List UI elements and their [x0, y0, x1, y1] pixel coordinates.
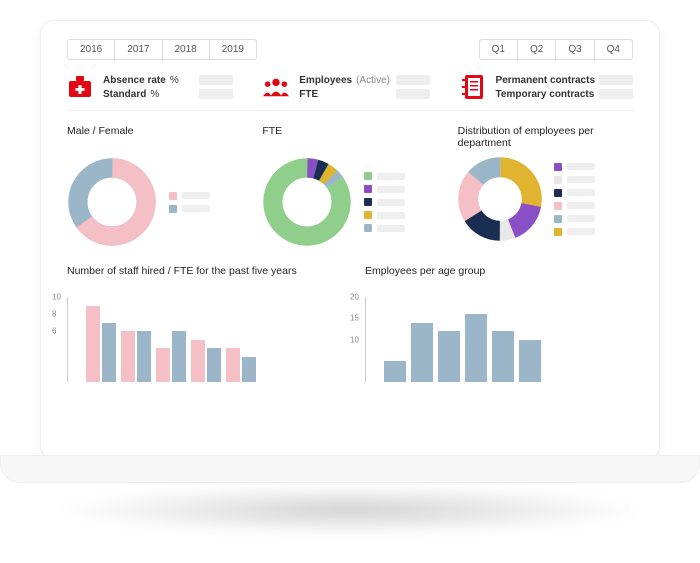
swatch-icon — [554, 202, 562, 210]
chart-title: Distribution of employees per department — [458, 125, 633, 149]
legend-item — [554, 176, 595, 184]
legend-placeholder — [567, 163, 595, 170]
tab-quarter[interactable]: Q4 — [595, 39, 633, 60]
chart-title: Employees per age group — [365, 265, 633, 289]
swatch-icon — [554, 215, 562, 223]
value-placeholder — [599, 75, 633, 85]
legend-placeholder — [377, 173, 405, 180]
bar-chart: 101520 — [365, 297, 633, 382]
chart-title: Number of staff hired / FTE for the past… — [67, 265, 335, 289]
legend-item — [364, 198, 405, 206]
chart-male-female: Male / Female — [67, 125, 242, 247]
legend-item — [169, 192, 210, 200]
legend-placeholder — [567, 228, 595, 235]
value-placeholder — [396, 89, 430, 99]
legend-item — [554, 228, 595, 236]
year-tabs: 2016 2017 2018 2019 — [67, 39, 257, 60]
legend — [554, 163, 595, 236]
tab-quarter[interactable]: Q1 — [479, 39, 518, 60]
legend-placeholder — [567, 176, 595, 183]
legend-item — [364, 172, 405, 180]
tab-year[interactable]: 2016 — [67, 39, 115, 60]
value-placeholder — [199, 75, 233, 85]
tab-quarter[interactable]: Q3 — [556, 39, 594, 60]
legend-placeholder — [567, 189, 595, 196]
kpi-unit: % — [170, 75, 179, 86]
donut-chart — [67, 157, 157, 247]
notebook-icon — [460, 74, 486, 100]
value-placeholder — [599, 89, 633, 99]
legend-item — [554, 215, 595, 223]
donut-row: Male / Female FTE — [67, 125, 633, 247]
kpi-label: Standard — [103, 89, 146, 100]
chart-title: FTE — [262, 125, 437, 149]
legend-item — [364, 224, 405, 232]
legend-item — [554, 163, 595, 171]
legend-item — [169, 205, 210, 213]
chart-fte: FTE — [262, 125, 437, 247]
swatch-icon — [554, 176, 562, 184]
kpi-employees: Employees (Active) FTE — [263, 74, 429, 100]
legend-placeholder — [567, 215, 595, 222]
value-placeholder — [199, 89, 233, 99]
donut-chart — [458, 157, 542, 241]
bar-chart: 6810 — [67, 297, 335, 382]
swatch-icon — [169, 205, 177, 213]
swatch-icon — [364, 211, 372, 219]
kpi-contracts: Permanent contracts Temporary contracts — [460, 74, 633, 100]
swatch-icon — [554, 228, 562, 236]
kpi-unit: % — [150, 89, 159, 100]
kpi-row: Absence rate% Standard% Employees (Active… — [67, 74, 633, 111]
value-placeholder — [396, 75, 430, 85]
swatch-icon — [364, 172, 372, 180]
chart-age: Employees per age group 101520 — [365, 265, 633, 382]
legend-placeholder — [377, 225, 405, 232]
laptop-base — [0, 455, 700, 483]
swatch-icon — [554, 189, 562, 197]
legend-placeholder — [182, 192, 210, 199]
kpi-label: Temporary contracts — [496, 89, 595, 100]
chart-title: Male / Female — [67, 125, 242, 149]
swatch-icon — [554, 163, 562, 171]
tab-year[interactable]: 2019 — [210, 39, 257, 60]
legend-item — [554, 202, 595, 210]
legend-placeholder — [182, 205, 210, 212]
legend — [169, 192, 210, 213]
kpi-sublabel: (Active) — [356, 75, 390, 86]
tab-year[interactable]: 2017 — [115, 39, 162, 60]
swatch-icon — [364, 198, 372, 206]
swatch-icon — [169, 192, 177, 200]
legend-placeholder — [567, 202, 595, 209]
legend-item — [554, 189, 595, 197]
kpi-absence: Absence rate% Standard% — [67, 74, 233, 100]
donut-chart — [262, 157, 352, 247]
legend-placeholder — [377, 199, 405, 206]
kpi-label: FTE — [299, 89, 318, 100]
legend-placeholder — [377, 212, 405, 219]
swatch-icon — [364, 224, 372, 232]
kpi-label: Employees — [299, 75, 352, 86]
tab-year[interactable]: 2018 — [163, 39, 210, 60]
dashboard-screen: 2016 2017 2018 2019 Q1 Q2 Q3 Q4 Absence … — [41, 21, 659, 400]
legend-item — [364, 211, 405, 219]
legend-item — [364, 185, 405, 193]
tab-quarter[interactable]: Q2 — [518, 39, 556, 60]
legend-placeholder — [377, 186, 405, 193]
filter-row: 2016 2017 2018 2019 Q1 Q2 Q3 Q4 — [67, 39, 633, 60]
legend — [364, 172, 405, 232]
kpi-label: Absence rate — [103, 75, 166, 86]
chart-hired: Number of staff hired / FTE for the past… — [67, 265, 335, 382]
quarter-tabs: Q1 Q2 Q3 Q4 — [479, 39, 633, 60]
bar-row: Number of staff hired / FTE for the past… — [67, 265, 633, 382]
laptop-frame: 2016 2017 2018 2019 Q1 Q2 Q3 Q4 Absence … — [40, 20, 660, 460]
swatch-icon — [364, 185, 372, 193]
kpi-label: Permanent contracts — [496, 75, 595, 86]
people-icon — [263, 74, 289, 100]
chart-distribution: Distribution of employees per department — [458, 125, 633, 247]
medical-kit-icon — [67, 74, 93, 100]
